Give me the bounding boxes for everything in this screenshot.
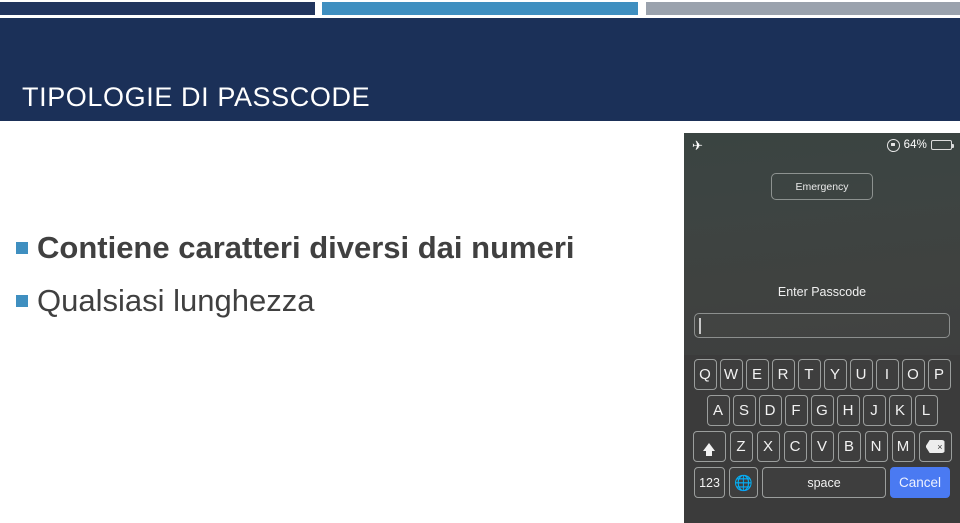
square-bullet-icon (16, 295, 28, 308)
bullet-text: Qualsiasi lunghezza (37, 283, 315, 319)
key-i[interactable]: I (875, 359, 899, 390)
airplane-mode-icon: ✈ (692, 137, 703, 153)
key-l[interactable]: L (914, 395, 938, 426)
key-f[interactable]: F (784, 395, 808, 426)
globe-icon[interactable]: 🌐 (729, 467, 758, 498)
key-m[interactable]: M (891, 431, 915, 462)
key-u[interactable]: U (849, 359, 873, 390)
key-s[interactable]: S (732, 395, 756, 426)
space-key[interactable]: space (762, 467, 886, 498)
key-b[interactable]: B (837, 431, 861, 462)
text-cursor (699, 318, 701, 334)
key-h[interactable]: H (836, 395, 860, 426)
backspace-key[interactable]: × (918, 431, 952, 462)
key-y[interactable]: Y (823, 359, 847, 390)
slide-title-band: TIPOLOGIE DI PASSCODE (0, 18, 960, 121)
battery-percent-label: 64% (903, 139, 927, 151)
numeric-mode-key[interactable]: 123 (694, 467, 725, 498)
keyboard-row-2: A S D F G H J K L (684, 395, 960, 426)
key-p[interactable]: P (927, 359, 951, 390)
deco-bar-blue (322, 2, 638, 15)
key-v[interactable]: V (810, 431, 834, 462)
keyboard-row-3: Z X C V B N M × (684, 431, 960, 462)
emergency-button[interactable]: Emergency (771, 173, 873, 200)
bullet-text: Contiene caratteri diversi dai numeri (37, 230, 575, 265)
key-q[interactable]: Q (693, 359, 717, 390)
square-bullet-icon (16, 242, 28, 254)
list-item: Qualsiasi lunghezza (16, 281, 636, 320)
battery-icon (931, 140, 954, 150)
key-j[interactable]: J (862, 395, 886, 426)
key-z[interactable]: Z (729, 431, 753, 462)
slide-decoration-bars (0, 2, 960, 15)
keyboard-row-4: 123 🌐 space Cancel (684, 467, 960, 498)
emergency-button-label: Emergency (795, 180, 849, 193)
cancel-button[interactable]: Cancel (890, 467, 950, 498)
shift-icon (703, 442, 715, 456)
keyboard-row-1: Q W E R T Y U I O P (684, 359, 960, 390)
bullet-list: Contiene caratteri diversi dai numeri Qu… (16, 228, 636, 335)
page-title: TIPOLOGIE DI PASSCODE (22, 82, 371, 112)
key-k[interactable]: K (888, 395, 912, 426)
key-n[interactable]: N (864, 431, 888, 462)
status-bar-right-group: 64% (886, 138, 954, 152)
key-e[interactable]: E (745, 359, 769, 390)
deco-bar-navy (0, 2, 315, 15)
enter-passcode-label: Enter Passcode (777, 285, 867, 299)
rotation-lock-icon (886, 138, 900, 152)
key-d[interactable]: D (758, 395, 782, 426)
list-item: Contiene caratteri diversi dai numeri (16, 228, 636, 267)
deco-bar-gray (646, 2, 960, 15)
key-r[interactable]: R (771, 359, 795, 390)
key-c[interactable]: C (783, 431, 807, 462)
key-o[interactable]: O (901, 359, 925, 390)
key-a[interactable]: A (706, 395, 730, 426)
key-w[interactable]: W (719, 359, 743, 390)
shift-key[interactable] (692, 431, 726, 462)
key-g[interactable]: G (810, 395, 834, 426)
key-x[interactable]: X (756, 431, 780, 462)
key-t[interactable]: T (797, 359, 821, 390)
onscreen-keyboard: Q W E R T Y U I O P A S D F G H J K L Z (684, 355, 960, 523)
passcode-input[interactable] (694, 313, 950, 338)
backspace-icon: × (925, 440, 945, 453)
phone-lockscreen-screenshot: ✈ 64% Emergency Enter Passcode Q W E R T… (684, 133, 960, 523)
phone-status-bar: ✈ 64% (684, 133, 960, 157)
